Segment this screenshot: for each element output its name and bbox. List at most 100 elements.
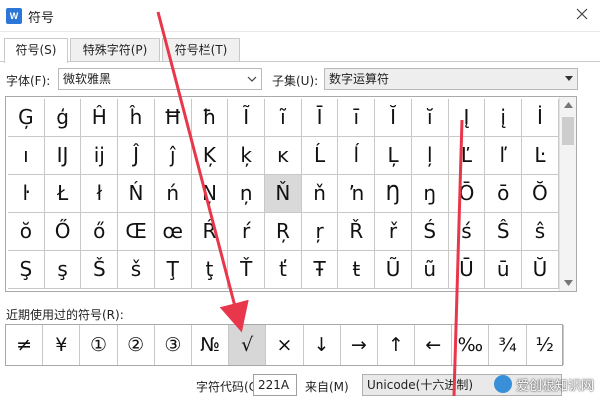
recent-symbol-cell[interactable]: →: [341, 325, 378, 365]
recent-symbol-cell[interactable]: √: [229, 325, 267, 365]
symbol-cell[interactable]: Š: [81, 251, 119, 289]
recent-symbol-cell[interactable]: ×: [266, 325, 304, 365]
symbol-cell[interactable]: ŗ: [301, 213, 339, 251]
symbol-cell[interactable]: Œ: [118, 213, 155, 251]
vertical-scrollbar[interactable]: [559, 97, 576, 291]
symbol-cell[interactable]: ş: [44, 251, 82, 289]
symbol-cell[interactable]: ņ: [228, 175, 266, 213]
symbol-cell[interactable]: ţ: [191, 251, 229, 289]
symbol-cell[interactable]: Ő: [44, 213, 82, 251]
symbol-cell[interactable]: ŋ: [411, 175, 449, 213]
symbol-cell[interactable]: ŧ: [338, 251, 376, 289]
symbol-cell[interactable]: Ĵ: [118, 137, 155, 175]
recent-symbol-cell[interactable]: ‰: [452, 325, 490, 365]
symbol-cell[interactable]: ł: [81, 175, 119, 213]
symbol-cell[interactable]: ĸ: [265, 137, 302, 175]
symbol-cell[interactable]: Ŭ: [522, 251, 559, 289]
symbol-cell[interactable]: ŝ: [522, 213, 559, 251]
symbol-cell[interactable]: Ĩ: [228, 99, 266, 137]
symbol-cell[interactable]: ŏ: [8, 213, 45, 251]
recent-symbol-cell[interactable]: ↓: [304, 325, 341, 365]
recent-symbol-cell[interactable]: ③: [155, 325, 192, 365]
symbol-cell[interactable]: Ģ: [8, 99, 45, 137]
symbol-cell[interactable]: ť: [265, 251, 302, 289]
recent-symbol-cell[interactable]: ↑: [378, 325, 416, 365]
symbol-cell[interactable]: ĳ: [81, 137, 119, 175]
symbol-cell[interactable]: Ņ: [191, 175, 229, 213]
recent-symbol-cell[interactable]: ①: [80, 325, 118, 365]
char-code-input[interactable]: 221A: [253, 374, 297, 396]
symbol-cell[interactable]: Ť: [228, 251, 266, 289]
symbol-cell[interactable]: Ŏ: [522, 175, 559, 213]
symbol-cell[interactable]: Ş: [8, 251, 45, 289]
tab-special-chars[interactable]: 特殊字符(P): [70, 38, 160, 62]
triangle-up-icon[interactable]: [564, 102, 573, 108]
recent-symbol-cell[interactable]: ½: [527, 325, 564, 365]
symbol-cell[interactable]: ĵ: [154, 137, 192, 175]
font-select[interactable]: 微软雅黑: [58, 68, 262, 90]
symbol-cell[interactable]: ĭ: [411, 99, 449, 137]
symbol-cell[interactable]: Ļ: [375, 137, 412, 175]
symbol-cell[interactable]: ĩ: [265, 99, 302, 137]
symbol-cell[interactable]: Ţ: [154, 251, 192, 289]
symbol-cell[interactable]: Ķ: [191, 137, 229, 175]
symbol-cell[interactable]: ŉ: [338, 175, 376, 213]
symbol-cell[interactable]: ř: [375, 213, 412, 251]
symbol-cell[interactable]: Ī: [301, 99, 339, 137]
symbol-cell[interactable]: ı: [8, 137, 45, 175]
symbol-cell[interactable]: Ō: [448, 175, 486, 213]
symbol-cell[interactable]: Ŕ: [191, 213, 229, 251]
recent-symbol-cell[interactable]: ¾: [489, 325, 527, 365]
symbol-cell[interactable]: ő: [81, 213, 119, 251]
symbol-cell[interactable]: Ľ: [448, 137, 486, 175]
tab-symbol-bar[interactable]: 符号栏(T): [162, 38, 240, 62]
symbol-cell[interactable]: ī: [338, 99, 376, 137]
symbol-cell[interactable]: ũ: [411, 251, 449, 289]
recent-symbol-cell[interactable]: №: [192, 325, 230, 365]
tab-symbols[interactable]: 符号(S): [4, 38, 68, 63]
scroll-thumb[interactable]: [562, 117, 574, 145]
symbol-cell[interactable]: ň: [301, 175, 339, 213]
symbol-cell[interactable]: Ŧ: [301, 251, 339, 289]
symbol-cell[interactable]: Ŋ: [375, 175, 412, 213]
close-button[interactable]: [570, 4, 594, 26]
symbol-cell[interactable]: ŕ: [228, 213, 266, 251]
recent-symbol-cell[interactable]: ②: [118, 325, 155, 365]
symbol-cell[interactable]: ķ: [228, 137, 266, 175]
symbol-cell[interactable]: Ĥ: [81, 99, 119, 137]
recent-symbol-cell[interactable]: ≠: [6, 325, 44, 365]
symbol-cell[interactable]: š: [118, 251, 155, 289]
recent-symbol-cell[interactable]: ←: [415, 325, 453, 365]
symbol-cell[interactable]: Ŝ: [485, 213, 523, 251]
symbol-cell[interactable]: Ł: [44, 175, 82, 213]
symbol-cell[interactable]: Ń: [118, 175, 155, 213]
symbol-cell[interactable]: Ū: [448, 251, 486, 289]
symbol-cell[interactable]: Ħ: [154, 99, 192, 137]
symbol-cell[interactable]: Ĺ: [301, 137, 339, 175]
symbol-cell[interactable]: ľ: [485, 137, 523, 175]
symbol-cell[interactable]: ō: [485, 175, 523, 213]
symbol-cell[interactable]: ħ: [191, 99, 229, 137]
symbol-cell[interactable]: Ĭ: [375, 99, 412, 137]
symbol-cell[interactable]: ŀ: [8, 175, 45, 213]
symbol-cell[interactable]: ś: [448, 213, 486, 251]
symbol-cell[interactable]: ļ: [411, 137, 449, 175]
symbol-cell[interactable]: œ: [154, 213, 192, 251]
symbol-cell[interactable]: Ř: [338, 213, 376, 251]
recent-symbol-cell[interactable]: ¥: [43, 325, 81, 365]
symbol-cell[interactable]: İ: [522, 99, 559, 137]
symbol-cell[interactable]: Ũ: [375, 251, 412, 289]
triangle-down-icon[interactable]: [564, 280, 573, 286]
symbol-cell[interactable]: Ś: [411, 213, 449, 251]
symbol-cell[interactable]: ń: [154, 175, 192, 213]
symbol-cell[interactable]: Ň: [265, 175, 302, 213]
symbol-cell[interactable]: ĺ: [338, 137, 376, 175]
symbol-cell[interactable]: Ŀ: [522, 137, 559, 175]
symbol-cell[interactable]: ģ: [44, 99, 82, 137]
symbol-cell[interactable]: Ŗ: [265, 213, 302, 251]
symbol-cell[interactable]: ū: [485, 251, 523, 289]
symbol-cell[interactable]: ĥ: [118, 99, 155, 137]
symbol-cell[interactable]: į: [485, 99, 523, 137]
subset-select[interactable]: 数字运算符: [324, 68, 578, 90]
symbol-cell[interactable]: Į: [448, 99, 486, 137]
